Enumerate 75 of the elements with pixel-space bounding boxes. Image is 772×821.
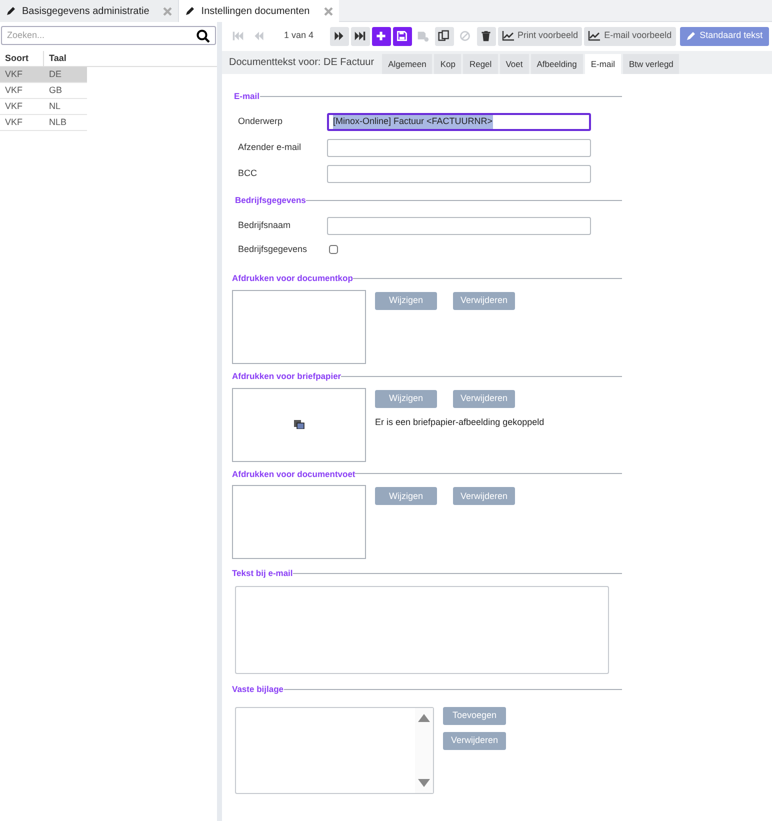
- text-field[interactable]: [327, 138, 591, 157]
- table-cell-text: DE: [48, 68, 63, 81]
- app-tab[interactable]: Instellingen documenten: [179, 0, 339, 22]
- search-input[interactable]: Zoeken...: [7, 28, 196, 42]
- line-chart-icon: [588, 31, 600, 41]
- sub-tab[interactable]: Algemeen: [382, 54, 432, 74]
- previous-icon: [252, 30, 264, 42]
- section-heading: Bedrijfsgegevens: [235, 194, 306, 206]
- table-cell-text: VKF: [4, 84, 24, 97]
- table-cell-text: NLB: [48, 116, 68, 129]
- image-icon: [294, 420, 304, 429]
- save-icon: [396, 30, 408, 42]
- app-tab[interactable]: Basisgegevens administratie: [0, 0, 180, 22]
- sub-tab[interactable]: Voet: [500, 54, 529, 74]
- field-label: Bedrijfsgegevens: [238, 242, 308, 256]
- trash-icon: [480, 30, 492, 42]
- preview-button[interactable]: Print voorbeeld: [498, 26, 582, 46]
- pencil-icon: [185, 6, 196, 16]
- first-page-icon: [232, 30, 244, 42]
- copy-icon: [438, 30, 450, 42]
- line-chart-icon: [502, 31, 514, 41]
- status-text: Er is een briefpapier-afbeelding gekoppeld: [375, 416, 544, 429]
- save-button[interactable]: [392, 26, 412, 46]
- section-heading: Vaste bijlage: [232, 683, 284, 696]
- document-header: Documenttekst voor: DE Factuur: [229, 56, 374, 70]
- text-field[interactable]: [Minox-Online] Factuur <FACTUURNR>: [327, 112, 591, 131]
- plus-icon: [375, 30, 388, 42]
- delete-button[interactable]: [476, 26, 496, 46]
- section-heading: E-mail: [234, 90, 260, 103]
- last-page-icon: [354, 30, 366, 42]
- column-header[interactable]: Taal: [44, 51, 87, 66]
- table-cell-text: VKF: [4, 100, 24, 113]
- scroll-up-icon[interactable]: [418, 714, 430, 722]
- table-cell-text: VKF: [4, 116, 24, 129]
- close-icon[interactable]: [324, 6, 333, 16]
- text-field[interactable]: [327, 164, 591, 183]
- section-heading: Afdrukken voor documentkop: [232, 272, 353, 285]
- text-field[interactable]: [327, 216, 591, 234]
- table-row[interactable]: VKF NL: [0, 99, 87, 115]
- last-button[interactable]: [350, 26, 370, 46]
- table-cell-text: VKF: [4, 68, 24, 81]
- table-row[interactable]: VKF DE: [0, 67, 87, 83]
- search-field[interactable]: Zoeken...: [1, 26, 216, 45]
- copy-button[interactable]: [434, 26, 454, 46]
- section-heading: Afdrukken voor documentvoet: [232, 468, 356, 480]
- table-row[interactable]: VKF NLB: [0, 115, 87, 131]
- scroll-down-icon[interactable]: [418, 778, 430, 787]
- sub-tab[interactable]: Regel: [463, 54, 498, 74]
- section-heading: Afdrukken voor briefpapier: [232, 370, 342, 382]
- table-cell-text: GB: [48, 84, 64, 97]
- preview-button[interactable]: E-mail voorbeeld: [584, 26, 676, 46]
- search-icon[interactable]: [196, 28, 210, 42]
- field-label: Onderwerp: [238, 115, 284, 128]
- page-indicator: 1 van 4: [284, 29, 314, 42]
- column-header[interactable]: Soort: [0, 51, 44, 66]
- checkbox[interactable]: [329, 244, 338, 254]
- scrollbar[interactable]: [415, 708, 433, 793]
- field-label: Bedrijfsnaam: [238, 218, 292, 232]
- table-row[interactable]: VKF GB: [0, 83, 87, 99]
- next-icon: [333, 30, 346, 42]
- pencil-icon: [686, 31, 696, 41]
- table-cell-text: NL: [48, 100, 62, 113]
- cancel-icon: [459, 30, 472, 42]
- add-button[interactable]: [372, 26, 391, 46]
- sub-tab[interactable]: Btw verlegd: [622, 54, 680, 74]
- sub-tab[interactable]: Kop: [434, 54, 462, 74]
- section-heading: Tekst bij e-mail: [232, 567, 293, 580]
- next-button[interactable]: [330, 26, 349, 46]
- close-icon[interactable]: [163, 6, 172, 16]
- sub-tab[interactable]: Afbeelding: [530, 54, 583, 74]
- save-icon: [417, 30, 430, 42]
- field-label: BCC: [238, 167, 258, 180]
- pencil-icon: [6, 6, 16, 16]
- sub-tab[interactable]: E-mail: [584, 54, 621, 74]
- field-label: Afzender e-mail: [238, 141, 302, 154]
